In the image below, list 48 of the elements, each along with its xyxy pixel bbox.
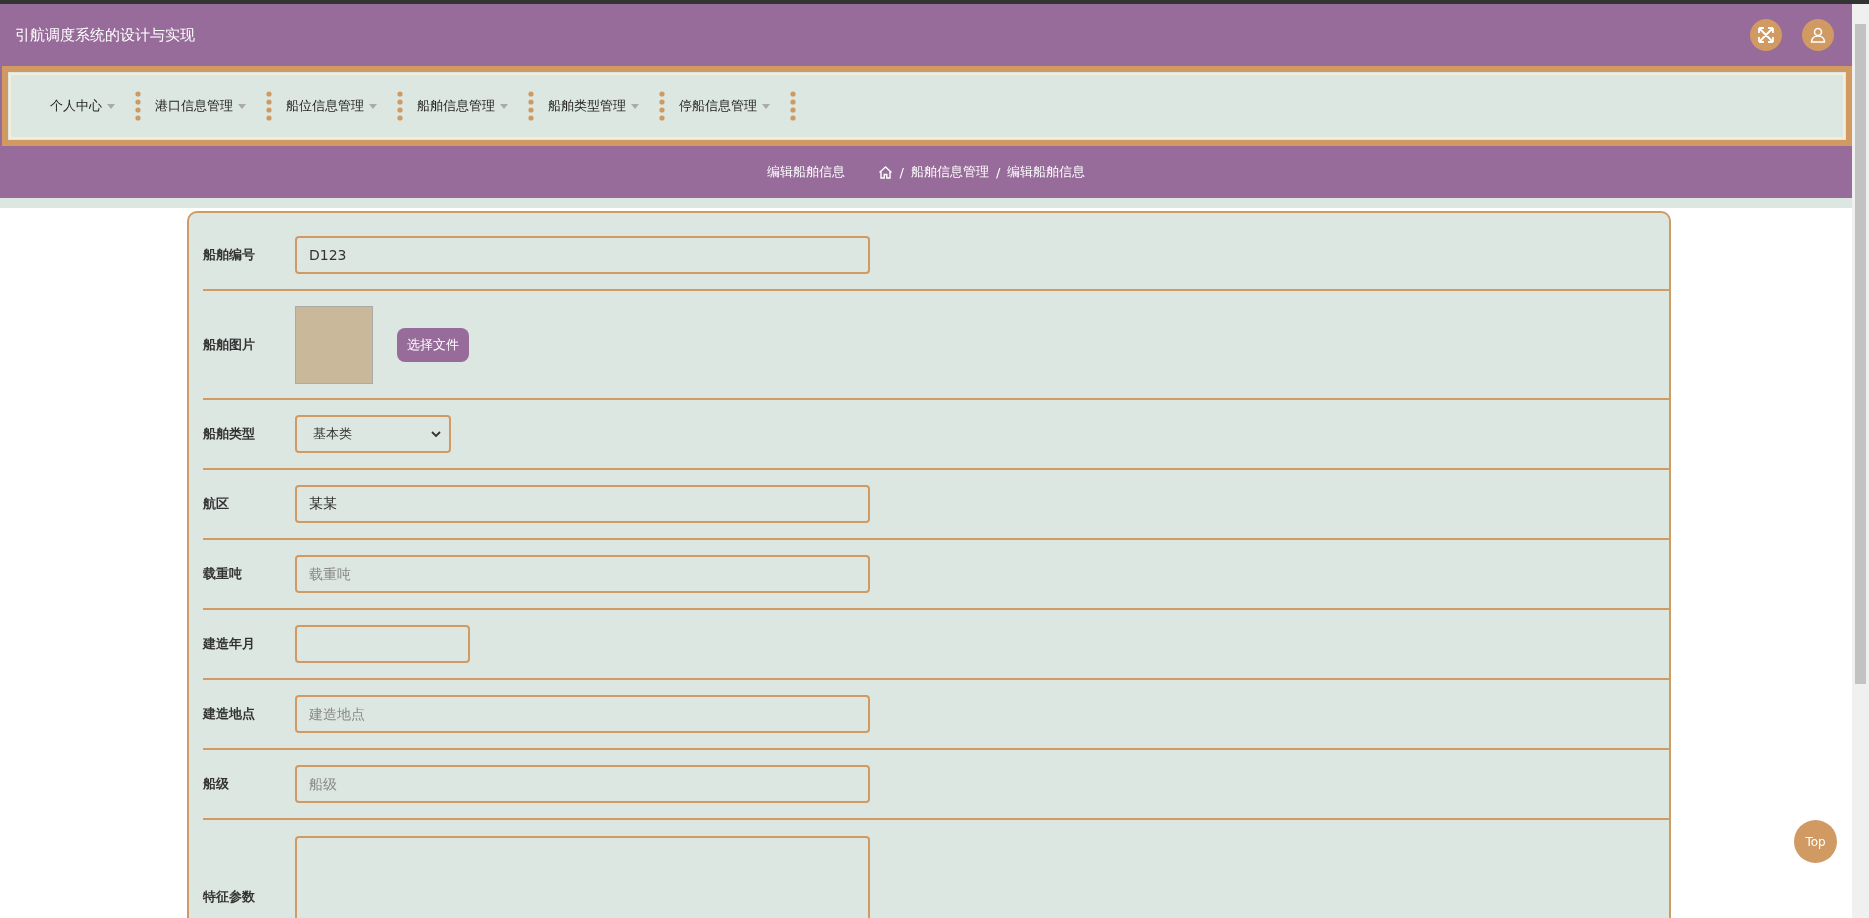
nav-menu-item[interactable]: 港口信息管理: [141, 97, 266, 115]
home-icon[interactable]: [877, 164, 893, 180]
fullscreen-button[interactable]: [1750, 19, 1782, 51]
app-title: 引航调度系统的设计与实现: [15, 25, 195, 45]
date-input[interactable]: [295, 625, 470, 663]
dots-separator-icon: [528, 91, 534, 121]
chevron-down-icon: [431, 430, 441, 438]
caret-icon: [107, 104, 115, 109]
dots-separator-icon: [266, 91, 272, 121]
breadcrumb-separator: /: [996, 164, 1001, 180]
text-input[interactable]: 某某: [295, 485, 870, 523]
type-select[interactable]: 基本类: [295, 415, 451, 453]
field-label: 船舶图片: [203, 335, 256, 354]
dots-separator-icon: [135, 91, 141, 121]
breadcrumb-link[interactable]: 编辑船舶信息: [1007, 163, 1086, 181]
caret-icon: [762, 104, 770, 109]
field-label: 载重吨: [203, 565, 243, 583]
dots-separator-icon: [790, 91, 796, 121]
caret-icon: [631, 104, 639, 109]
field-label: 船舶类型: [203, 425, 256, 443]
text-input[interactable]: 船级: [295, 765, 870, 803]
nav-menu-item[interactable]: 船舶信息管理: [403, 97, 528, 115]
scrollbar[interactable]: [1852, 4, 1869, 918]
nav-menu-item[interactable]: 停船信息管理: [665, 97, 790, 115]
text-input[interactable]: D123: [295, 236, 870, 274]
expand-icon: [1757, 26, 1775, 44]
field-label: 建造地点: [203, 705, 256, 723]
field-label: 船舶编号: [203, 246, 256, 264]
user-icon: [1809, 26, 1827, 44]
user-button[interactable]: [1802, 19, 1834, 51]
caret-icon: [238, 104, 246, 109]
caret-icon: [369, 104, 377, 109]
field-label: 船级: [203, 775, 230, 793]
text-input[interactable]: 建造地点: [295, 695, 870, 733]
field-label: 建造年月: [203, 635, 256, 653]
field-label: 航区: [203, 495, 230, 513]
nav-menu-item[interactable]: 个人中心: [36, 97, 135, 115]
nav-menu-item[interactable]: 船舶类型管理: [534, 97, 659, 115]
choose-file-button[interactable]: 选择文件: [397, 327, 469, 362]
text-input[interactable]: 载重吨: [295, 555, 870, 593]
caret-icon: [500, 104, 508, 109]
breadcrumb-separator: /: [899, 164, 904, 180]
field-label: 特征参数: [203, 888, 256, 906]
nav-menu-item[interactable]: 船位信息管理: [272, 97, 397, 115]
dots-separator-icon: [659, 91, 665, 121]
breadcrumb-link[interactable]: 船舶信息管理: [911, 163, 989, 181]
dots-separator-icon: [397, 91, 403, 121]
page-title: 编辑船舶信息: [766, 163, 845, 181]
